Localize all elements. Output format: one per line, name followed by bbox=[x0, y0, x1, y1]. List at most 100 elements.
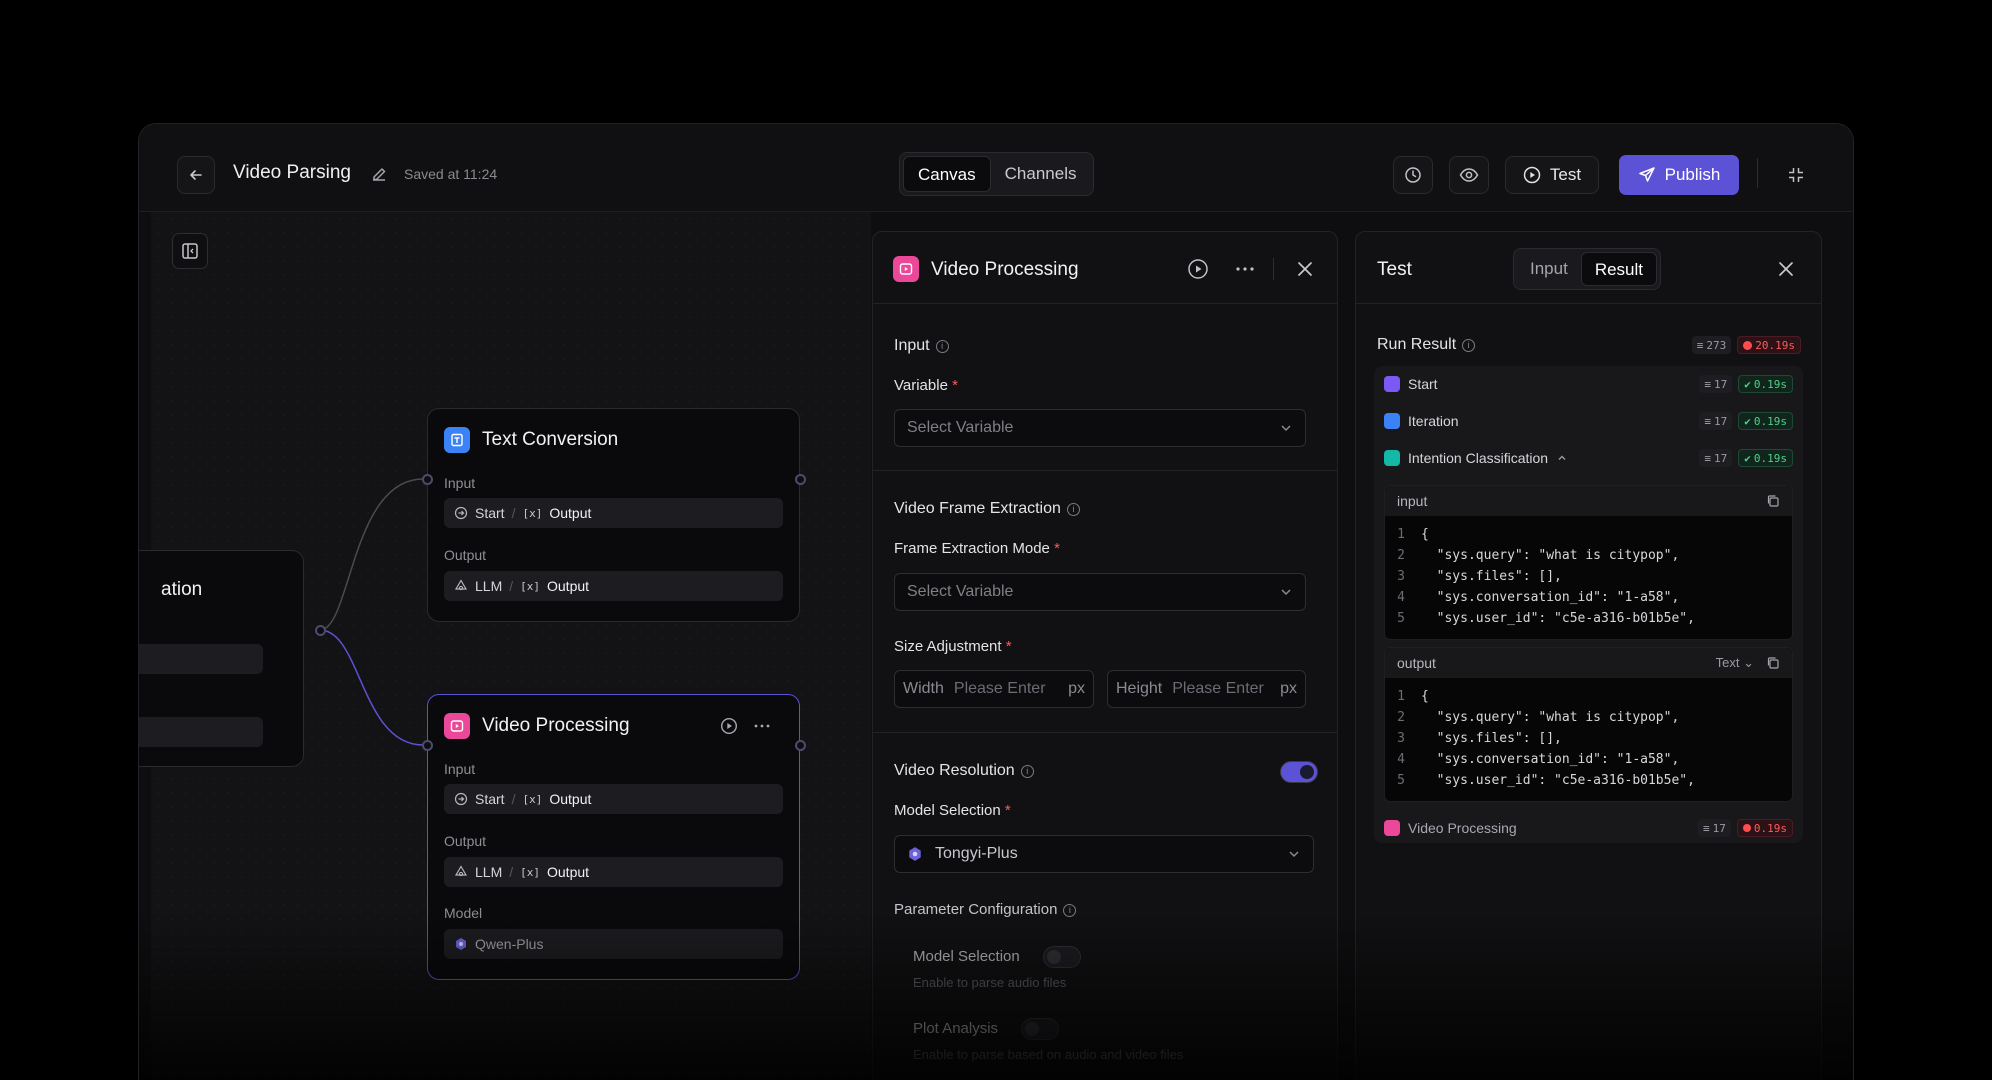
result-row-intention[interactable]: Intention Classification ≡ 17 ✔ 0.19s bbox=[1374, 440, 1803, 476]
workflow-canvas[interactable]: ation Text Conversion Input Start / [x] … bbox=[139, 212, 871, 1080]
tab-canvas[interactable]: Canvas bbox=[903, 156, 991, 192]
line-text: { bbox=[1421, 527, 1429, 542]
required-mark: * bbox=[1054, 540, 1060, 557]
node-model-field[interactable]: Qwen-Plus bbox=[444, 929, 783, 959]
code-block-header: output Text ⌄ bbox=[1385, 648, 1792, 678]
result-row-video-processing[interactable]: Video Processing ≡ 17 0.19s bbox=[1374, 810, 1803, 846]
row-count: 17 bbox=[1714, 377, 1728, 391]
saved-status: Saved at 11:24 bbox=[404, 166, 498, 182]
token-count-badge: ≡ 17 bbox=[1699, 449, 1733, 467]
resolution-toggle[interactable] bbox=[1280, 761, 1318, 783]
model-select[interactable]: Tongyi-Plus bbox=[894, 835, 1314, 873]
info-icon[interactable]: i bbox=[1066, 503, 1080, 516]
result-row-iteration[interactable]: Iteration ≡ 17 ✔ 0.19s bbox=[1374, 403, 1803, 439]
input-variable: Output bbox=[549, 791, 592, 807]
video-processing-node[interactable]: Video Processing Input Start / [x] Outpu… bbox=[427, 694, 800, 980]
info-icon[interactable]: i bbox=[935, 340, 949, 353]
result-row-start[interactable]: Start ≡ 17 ✔ 0.19s bbox=[1374, 366, 1803, 402]
input-source: Start bbox=[475, 791, 505, 807]
partial-node[interactable]: ation bbox=[139, 550, 304, 767]
field-label: Variable bbox=[894, 377, 948, 394]
variable-icon: [x] bbox=[522, 506, 543, 520]
model-selection-label: Model Selection * bbox=[894, 802, 1011, 819]
preview-button[interactable] bbox=[1449, 156, 1489, 194]
required-mark: * bbox=[1004, 802, 1011, 819]
text-conversion-node[interactable]: Text Conversion Input Start / [x] Output… bbox=[427, 408, 800, 622]
frame-mode-select[interactable]: Select Variable bbox=[894, 573, 1306, 611]
top-bar: Video Parsing Saved at 11:24 Canvas Chan… bbox=[139, 124, 1853, 212]
token-count-badge: ≡ 273 bbox=[1691, 336, 1732, 354]
video-processing-in-port[interactable] bbox=[422, 740, 433, 751]
copy-icon[interactable] bbox=[1766, 656, 1780, 670]
run-icon[interactable] bbox=[1187, 258, 1209, 280]
line-number: 4 bbox=[1397, 590, 1405, 605]
select-placeholder: Select Variable bbox=[907, 419, 1014, 436]
line-text: "sys.files": [], bbox=[1421, 569, 1562, 584]
tab-input[interactable]: Input bbox=[1517, 252, 1581, 286]
info-icon[interactable]: i bbox=[1462, 339, 1476, 352]
input-section-title: Input i bbox=[894, 337, 949, 355]
text-conversion-out-port[interactable] bbox=[795, 474, 806, 485]
llm-icon bbox=[454, 579, 468, 591]
param1-toggle[interactable] bbox=[1043, 946, 1081, 968]
copy-icon[interactable] bbox=[1766, 494, 1780, 508]
node-output-field[interactable]: LLM / [x] Output bbox=[444, 571, 783, 601]
param-section-title: Parameter Configuration i bbox=[894, 901, 1077, 918]
select-placeholder: Select Variable bbox=[907, 583, 1014, 600]
arrow-left-icon bbox=[190, 170, 202, 180]
model-select-value: Tongyi-Plus bbox=[907, 845, 1018, 863]
tab-channels[interactable]: Channels bbox=[991, 156, 1091, 192]
more-icon[interactable] bbox=[753, 717, 771, 735]
row-count: 17 bbox=[1714, 451, 1728, 465]
text-conversion-in-port[interactable] bbox=[422, 474, 433, 485]
video-processing-out-port[interactable] bbox=[795, 740, 806, 751]
input-source: Start bbox=[475, 505, 505, 521]
line-number: 4 bbox=[1397, 752, 1405, 767]
param2-toggle[interactable] bbox=[1021, 1018, 1059, 1040]
code-line: 3 "sys.files": [], bbox=[1385, 566, 1792, 587]
width-label: Width bbox=[903, 680, 944, 697]
node-input-field[interactable]: Start / [x] Output bbox=[444, 784, 783, 814]
close-icon[interactable] bbox=[1776, 259, 1796, 279]
time-badge: ✔ 0.19s bbox=[1738, 449, 1793, 467]
line-text: "sys.user_id": "c5e-a316-b01b5e", bbox=[1421, 611, 1695, 626]
width-input[interactable]: Width Please Enter px bbox=[894, 670, 1094, 708]
info-icon[interactable]: i bbox=[1020, 765, 1034, 778]
edit-icon[interactable] bbox=[369, 164, 389, 184]
exit-fullscreen-button[interactable] bbox=[1779, 158, 1813, 192]
test-panel: Test Input Result Run Result i ≡ 273 20.19… bbox=[1355, 231, 1822, 1080]
test-button[interactable]: Test bbox=[1505, 156, 1599, 194]
info-icon[interactable]: i bbox=[1063, 904, 1077, 917]
close-icon[interactable] bbox=[1295, 259, 1315, 279]
node-output-label: Output bbox=[444, 833, 487, 849]
variable-select[interactable]: Select Variable bbox=[894, 409, 1306, 447]
variable-icon: [x] bbox=[520, 865, 540, 879]
test-tabs: Input Result bbox=[1513, 248, 1661, 290]
chevron-up-icon[interactable] bbox=[1556, 452, 1568, 464]
chevron-down-icon bbox=[1281, 425, 1291, 432]
code-lines: 1{ 2 "sys.query": "what is citypop", 3 "… bbox=[1385, 678, 1792, 791]
back-button[interactable] bbox=[177, 156, 215, 194]
node-input-field[interactable]: Start / [x] Output bbox=[444, 498, 783, 528]
publish-button[interactable]: Publish bbox=[1619, 155, 1739, 195]
model-name: Tongyi-Plus bbox=[935, 845, 1018, 862]
line-text: "sys.query": "what is citypop", bbox=[1421, 548, 1680, 563]
more-icon[interactable] bbox=[1234, 258, 1256, 280]
run-node-icon[interactable] bbox=[720, 717, 738, 735]
llm-icon bbox=[454, 865, 468, 877]
line-text: "sys.conversation_id": "1-a58", bbox=[1421, 590, 1680, 605]
format-select[interactable]: Text ⌄ bbox=[1716, 655, 1754, 671]
line-text: "sys.query": "what is citypop", bbox=[1421, 710, 1680, 725]
required-mark: * bbox=[1005, 638, 1012, 655]
height-input[interactable]: Height Please Enter px bbox=[1107, 670, 1306, 708]
node-input-label: Input bbox=[444, 475, 476, 491]
row-time: 0.19s bbox=[1753, 451, 1787, 465]
field-label: Size Adjustment bbox=[894, 638, 1002, 655]
node-output-field[interactable]: LLM / [x] Output bbox=[444, 857, 783, 887]
history-button[interactable] bbox=[1393, 156, 1433, 194]
partial-node-port[interactable] bbox=[315, 625, 326, 636]
code-line: 2 "sys.query": "what is citypop", bbox=[1385, 545, 1792, 566]
tab-result[interactable]: Result bbox=[1580, 252, 1657, 286]
param2-desc: Enable to parse based on audio and video… bbox=[913, 1047, 1184, 1062]
mode-field-label: Frame Extraction Mode * bbox=[894, 540, 1060, 557]
